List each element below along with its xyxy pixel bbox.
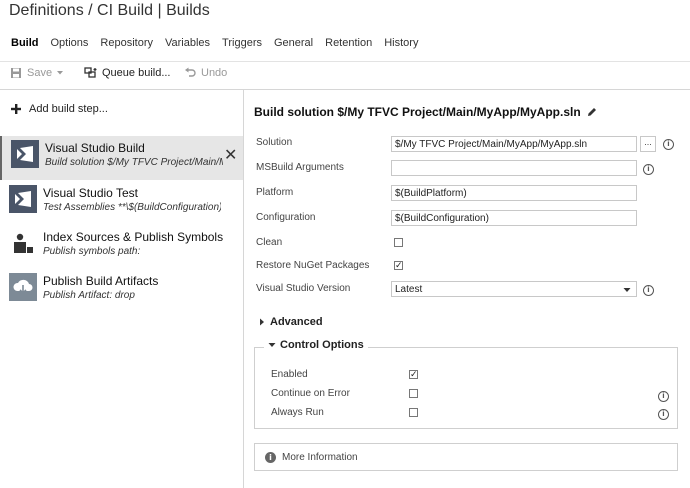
pencil-icon[interactable] [586,106,598,118]
continue-on-error-checkbox[interactable] [409,389,418,398]
visual-studio-version-value: Latest [395,284,423,295]
solution-input[interactable]: $/My TFVC Project/Main/MyApp/MyApp.sln [391,136,637,152]
visual-studio-version-label: Visual Studio Version [256,283,351,294]
tab-triggers[interactable]: Triggers [222,37,262,53]
chevron-down-icon [268,343,276,347]
step-description: Publish symbols path: [43,246,141,257]
toolbar-divider [0,61,690,62]
info-icon[interactable]: i [643,285,654,296]
step-name: Publish Build Artifacts [43,274,159,288]
plus-icon [11,104,21,114]
step-description: Build solution $/My TFVC Project/Main/My… [45,157,223,168]
platform-input[interactable]: $(BuildPlatform) [391,185,637,201]
clean-checkbox[interactable] [394,238,403,247]
undo-button[interactable]: Undo [184,67,227,79]
step-description: Publish Artifact: drop [43,290,135,301]
task-title: Build solution $/My TFVC Project/Main/My… [254,105,598,119]
solution-label: Solution [256,137,293,148]
control-options-label: Control Options [280,339,364,351]
browse-button[interactable]: ... [640,136,656,152]
build-step-visual-studio-build[interactable]: Visual Studio Build Build solution $/My … [0,136,243,180]
add-build-step-label: Add build step... [29,103,108,115]
continue-on-error-label: Continue on Error [271,388,350,399]
control-options-toggle[interactable]: Control Options [264,339,368,351]
visual-studio-version-select[interactable]: Latest [391,281,637,297]
tab-repository[interactable]: Repository [100,37,153,53]
configuration-label: Configuration [256,212,316,223]
configuration-input[interactable]: $(BuildConfiguration) [391,210,637,226]
step-name: Index Sources & Publish Symbols [43,230,224,244]
always-run-label: Always Run [271,407,324,418]
enabled-label: Enabled [271,369,308,380]
queue-build-button[interactable]: Queue build... [84,67,171,79]
enabled-checkbox[interactable]: ✓ [409,370,418,379]
build-step-visual-studio-test[interactable]: Visual Studio Test Test Assemblies **\$(… [0,181,243,225]
add-build-step-button[interactable]: Add build step... [10,103,108,115]
step-name: Visual Studio Test [43,186,138,200]
visual-studio-icon [11,140,39,168]
close-icon[interactable]: ✕ [224,145,237,165]
queue-build-icon [84,67,97,78]
chevron-right-icon [260,318,264,326]
info-icon[interactable]: i [658,409,669,420]
step-name: Visual Studio Build [45,141,145,155]
floppy-icon [11,68,21,78]
symbols-icon [14,233,33,253]
info-icon: i [265,451,276,463]
tab-history[interactable]: History [384,37,418,53]
clean-label: Clean [256,237,283,248]
tab-build[interactable]: Build [11,37,39,53]
task-title-text: Build solution $/My TFVC Project/Main/My… [254,105,581,119]
tab-variables[interactable]: Variables [165,37,210,53]
chevron-down-icon [57,71,64,75]
chevron-down-icon [623,288,631,292]
msbuild-arguments-input[interactable] [391,160,637,176]
undo-icon [185,67,196,77]
advanced-section-toggle[interactable]: Advanced [259,316,323,328]
build-step-index-sources[interactable]: Index Sources & Publish Symbols Publish … [0,225,243,269]
panel-divider [243,90,244,488]
more-information-link[interactable]: i More Information [254,443,678,471]
platform-label: Platform [256,187,294,198]
page-title: Definitions / CI Build | Builds [9,2,210,19]
save-label: Save [27,67,53,79]
save-button[interactable]: Save [10,67,64,79]
toolbar-bottom-divider [0,89,690,90]
visual-studio-icon [9,185,37,213]
info-icon[interactable]: i [663,139,674,150]
step-description: Test Assemblies **\$(BuildConfiguration)… [43,202,221,213]
tab-general[interactable]: General [274,37,313,53]
undo-label: Undo [201,67,228,79]
info-icon[interactable]: i [643,164,654,175]
definition-tabs: Build Options Repository Variables Trigg… [0,37,418,53]
msbuild-arguments-label: MSBuild Arguments [256,162,344,173]
queue-build-label: Queue build... [102,67,171,79]
restore-nuget-checkbox[interactable]: ✓ [394,261,403,270]
tab-retention[interactable]: Retention [325,37,372,53]
artifact-icon [9,273,37,301]
always-run-checkbox[interactable] [409,408,418,417]
info-icon[interactable]: i [658,391,669,402]
more-information-label: More Information [282,451,358,463]
restore-nuget-label: Restore NuGet Packages [256,260,370,271]
advanced-label: Advanced [270,316,323,328]
build-step-publish-artifacts[interactable]: Publish Build Artifacts Publish Artifact… [0,269,243,313]
tab-options[interactable]: Options [51,37,89,53]
